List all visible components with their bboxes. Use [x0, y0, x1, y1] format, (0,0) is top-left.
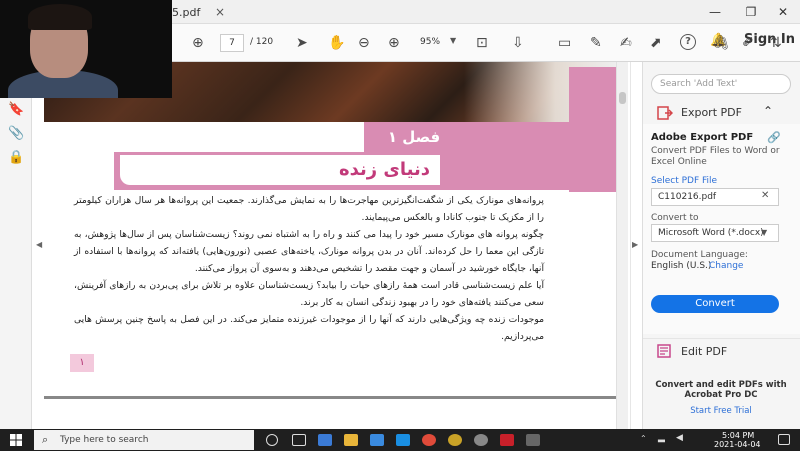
chevron-down-icon[interactable]: ▼ — [761, 228, 767, 237]
zoom-out-icon[interactable]: ⊖ — [358, 34, 370, 52]
search-tools-input[interactable]: Search 'Add Text' — [651, 74, 791, 94]
windows-taskbar: ⌕ Type here to search ⌃ ▂ ◀ 5:04 PM 2021… — [0, 429, 800, 451]
webcam-overlay — [0, 0, 172, 98]
edit-text-icon[interactable]: ✐ — [742, 34, 754, 52]
paragraph: پروانه‌های مونارک یکی از شگفت‌انگیزترین … — [74, 195, 544, 223]
remove-file-icon[interactable]: ✕ — [761, 190, 769, 201]
edge-icon[interactable] — [318, 434, 332, 446]
scrollbar-thumb[interactable] — [619, 92, 626, 104]
file-explorer-icon[interactable] — [344, 434, 358, 446]
zoom-dropdown-icon[interactable]: ▼ — [450, 36, 456, 45]
change-language-link[interactable]: Change — [709, 261, 743, 271]
document-page: فصل ۱ دنیای زنده پروانه‌های مونارک یکی ا… — [44, 62, 616, 402]
app-icon[interactable] — [474, 434, 488, 446]
page-total: / 120 — [250, 37, 274, 47]
export-pdf-label: Export PDF — [681, 106, 742, 119]
document-language-value: English (U.S.) — [651, 261, 712, 271]
zoom-in-icon[interactable]: ⊕ — [388, 34, 400, 52]
chrome-icon[interactable] — [448, 434, 462, 446]
export-pdf-header[interactable]: Export PDF ⌃ — [643, 102, 800, 124]
tools-icon[interactable]: ⇅ — [770, 34, 782, 52]
next-page-icon[interactable]: ⊕ — [192, 34, 204, 52]
document-body: پروانه‌های مونارک یکی از شگفت‌انگیزترین … — [74, 192, 544, 345]
sign-icon[interactable]: ✍ — [620, 34, 632, 52]
clock-date[interactable]: 2021-04-04 — [714, 440, 761, 449]
chevron-up-icon[interactable]: ⌃ — [763, 104, 773, 118]
edit-pdf-tool[interactable]: Edit PDF — [643, 338, 800, 362]
search-icon: ⌕ — [42, 433, 49, 446]
zoom-level[interactable]: 95% — [420, 37, 440, 47]
store-icon[interactable] — [370, 434, 384, 446]
page-number-input[interactable]: 7 — [220, 34, 244, 52]
chapter-label: فصل ۱ — [364, 124, 464, 150]
select-cursor-icon[interactable]: ➤ — [296, 34, 308, 52]
taskbar-search-placeholder: Type here to search — [60, 435, 149, 445]
hand-tool-icon[interactable]: ✋ — [328, 34, 345, 52]
vertical-scrollbar[interactable] — [616, 62, 628, 429]
convert-button[interactable]: Convert — [651, 295, 779, 313]
clock-time[interactable]: 5:04 PM — [722, 431, 754, 440]
highlight-pen-icon[interactable]: ✎ — [590, 34, 602, 52]
app-icon[interactable] — [526, 434, 540, 446]
export-pdf-icon — [657, 106, 673, 120]
left-navigation-rail: 🔖 📎 🔒 — [0, 62, 32, 429]
page-divider — [44, 396, 616, 399]
acrobat-icon[interactable] — [500, 434, 514, 446]
action-center-icon[interactable] — [778, 434, 790, 445]
edit-pdf-label: Edit PDF — [681, 345, 728, 358]
page-number: ۱ — [70, 354, 94, 372]
lock-icon[interactable]: 🔒 — [8, 150, 24, 165]
windows-start-icon[interactable] — [10, 434, 22, 446]
tools-panel: Search 'Add Text' Export PDF ⌃ Adobe Exp… — [642, 62, 800, 429]
paragraph: آیا علم زیست‌شناسی قادر است همهٔ رازهای … — [74, 280, 544, 308]
export-card: Adobe Export PDF 🔗 Convert PDF Files to … — [643, 124, 800, 334]
selected-file-field[interactable]: C110216.pdf — [651, 188, 779, 206]
chapter-title: دنیای زنده — [338, 159, 430, 180]
share-icon[interactable]: ⬈ — [650, 34, 662, 52]
attachment-icon[interactable]: 📎 — [8, 126, 24, 141]
edit-pdf-icon — [657, 344, 671, 358]
promo-text: Convert and edit PDFs with Acrobat Pro D… — [655, 380, 787, 400]
collapse-left-panel-icon[interactable]: ◀ — [36, 240, 42, 249]
app-icon[interactable] — [422, 434, 436, 446]
attach-icon[interactable]: 🖇 — [712, 34, 730, 52]
maximize-button[interactable]: ❐ — [736, 2, 766, 22]
taskbar-search[interactable]: ⌕ Type here to search — [34, 430, 254, 450]
select-pdf-link[interactable]: Select PDF File — [651, 176, 717, 186]
task-view-icon[interactable] — [292, 434, 306, 446]
paragraph: موجودات زنده چه ویژگی‌هایی دارند که آنها… — [74, 314, 544, 342]
document-language-label: Document Language: — [651, 250, 748, 260]
convert-format-select[interactable]: Microsoft Word (*.docx) — [651, 224, 779, 242]
help-icon[interactable]: ? — [680, 34, 696, 50]
paragraph: چگونه پروانه های مونارک مسیر خود را پیدا… — [74, 229, 544, 274]
fit-page-icon[interactable]: ⊡ — [476, 34, 488, 52]
volume-icon[interactable]: ◀ — [676, 433, 683, 443]
card-title: Adobe Export PDF — [651, 132, 754, 143]
cortana-icon[interactable] — [266, 434, 278, 446]
minimize-button[interactable]: — — [700, 2, 730, 22]
mail-icon[interactable] — [396, 434, 410, 446]
comment-icon[interactable]: ▭ — [558, 34, 571, 52]
card-description: Convert PDF Files to Word or Excel Onlin… — [651, 146, 780, 167]
tab-close-icon[interactable]: × — [215, 5, 225, 19]
convert-to-label: Convert to — [651, 213, 699, 223]
document-tab[interactable]: 5.pdf — [172, 6, 200, 19]
network-icon[interactable]: ▂ — [658, 433, 665, 443]
close-button[interactable]: ✕ — [768, 2, 798, 22]
link-icon[interactable]: 🔗 — [767, 131, 781, 144]
bookmark-icon[interactable]: 🔖 — [8, 102, 24, 117]
collapse-right-panel-icon[interactable]: ▶ — [632, 240, 638, 249]
person-hair — [28, 4, 92, 30]
free-trial-link[interactable]: Start Free Trial — [651, 406, 791, 416]
scroll-mode-icon[interactable]: ⇩ — [512, 34, 524, 52]
tray-expand-icon[interactable]: ⌃ — [640, 434, 647, 443]
